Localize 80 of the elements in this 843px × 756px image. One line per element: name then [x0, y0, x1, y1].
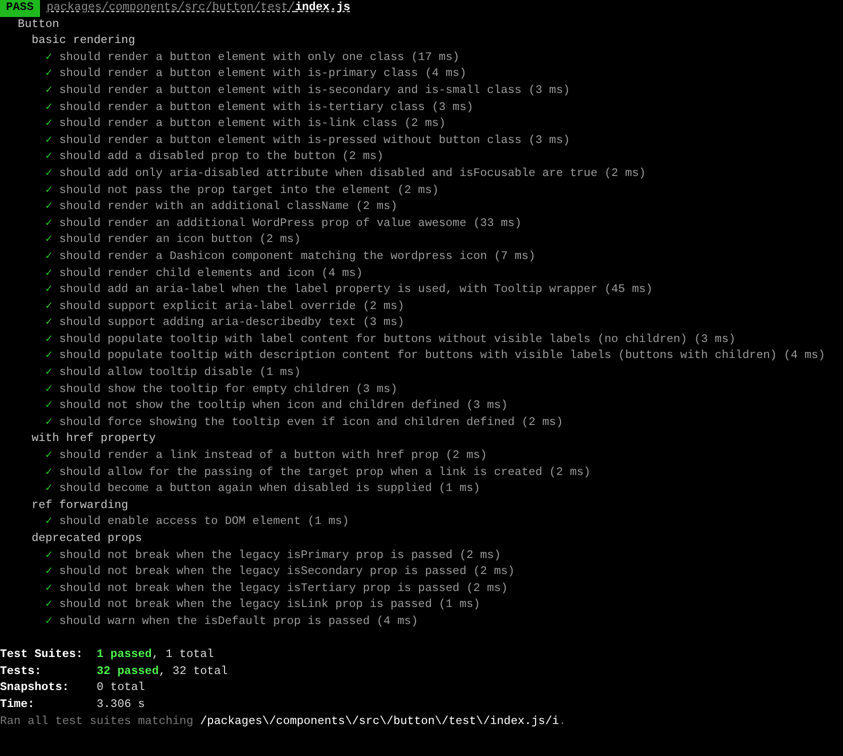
check-mark: ✓ [45, 50, 54, 66]
test-file-path: packages/components/src/button/test/index.js [46, 0, 350, 16]
check-mark: ✓ [45, 149, 54, 166]
check-mark: ✓ [45, 216, 54, 232]
test-name: should not break when the legacy isPrimary prop is passed (2 ms) [59, 548, 501, 564]
check-mark: ✓ [45, 132, 54, 149]
check-mark: ✓ [45, 199, 54, 216]
test-name: should allow tooltip disable (1 ms) [59, 365, 301, 382]
test-name: should become a button again when disabled is supplied (1 ms) [59, 481, 480, 498]
test-name: should not break when the legacy isTertiary prop is passed (2 ms) [59, 580, 508, 597]
test-name: should show the tooltip for empty children (3 ms) [59, 382, 398, 398]
group-title: deprecated props [32, 531, 142, 547]
test-name: should warn when the isDefault prop is passed (4 ms) [59, 614, 418, 630]
check-mark: ✓ [45, 282, 54, 298]
summary-value: 32 passed, 32 total [96, 664, 228, 680]
check-mark: ✓ [45, 365, 54, 382]
test-name: should not pass the prop target into the element (2 ms) [59, 182, 439, 199]
check-mark: ✓ [45, 315, 54, 332]
check-mark: ✓ [45, 398, 54, 414]
test-name: should render child elements and icon (4 ms) [59, 266, 363, 282]
check-mark: ✓ [45, 614, 54, 630]
test-name: should add only aria-disabled attribute when disabled and isFocusable are true (2 ms) [59, 166, 646, 182]
test-name: should support explicit aria-label override (2 ms) [59, 298, 404, 315]
summary-label: Tests: [0, 664, 42, 680]
check-mark: ✓ [45, 348, 54, 364]
summary-value: 1 passed, 1 total [96, 647, 214, 664]
check-mark: ✓ [45, 414, 54, 431]
check-mark: ✓ [45, 564, 54, 580]
check-mark: ✓ [45, 116, 54, 132]
check-mark: ✓ [45, 382, 54, 398]
test-name: should render a button element with only one class (17 ms) [59, 50, 460, 66]
test-name: should render an icon button (2 ms) [59, 232, 301, 248]
summary-label: Snapshots: [0, 680, 70, 696]
check-mark: ✓ [45, 266, 54, 282]
check-mark: ✓ [45, 182, 54, 199]
suite-title: Button [18, 16, 60, 33]
test-name: should populate tooltip with label content for buttons without visible labels (no children) (3 ms) [59, 332, 736, 348]
test-name: should support adding aria-describedby text (3 ms) [59, 315, 404, 332]
check-mark: ✓ [45, 332, 54, 348]
status-badge: PASS [0, 0, 40, 17]
check-mark: ✓ [45, 82, 54, 99]
check-mark: ✓ [45, 514, 54, 530]
test-name: should render a link instead of a button with href prop (2 ms) [59, 448, 488, 464]
test-name: should not break when the legacy isLink prop is passed (1 ms) [59, 597, 480, 614]
check-mark: ✓ [45, 580, 54, 597]
check-mark: ✓ [45, 232, 54, 248]
check-mark: ✓ [45, 100, 54, 116]
group-title: ref forwarding [32, 498, 128, 514]
test-name: should add a disabled prop to the button (2 ms) [59, 149, 384, 166]
test-name: should not break when the legacy isSecondary prop is passed (2 ms) [59, 564, 515, 580]
summary-value: 0 total [96, 680, 145, 696]
check-mark: ✓ [45, 66, 54, 82]
check-mark: ✓ [45, 548, 54, 564]
test-name: should add an aria-label when the label property is used, with Tooltip wrapper (45 ms) [59, 282, 653, 298]
check-mark: ✓ [45, 248, 54, 265]
test-name: should render with an additional className (2 ms) [59, 199, 398, 216]
group-title: basic rendering [32, 33, 136, 50]
check-mark: ✓ [45, 166, 54, 182]
summary-label: Time: [0, 696, 36, 713]
check-mark: ✓ [45, 464, 54, 481]
check-mark: ✓ [45, 597, 54, 614]
check-mark: ✓ [45, 298, 54, 315]
test-name: should allow for the passing of the target prop when a link is created (2 ms) [59, 464, 591, 481]
test-name: should render a button element with is-pressed without button class (3 ms) [59, 132, 570, 149]
test-name: should render a Dashicon component matching the wordpress icon (7 ms) [59, 248, 536, 265]
check-mark: ✓ [45, 448, 54, 464]
group-title: with href property [32, 431, 156, 448]
test-name: should force showing the tooltip even if icon and children defined (2 ms) [59, 414, 563, 431]
test-name: should enable access to DOM element (1 ms) [59, 514, 350, 530]
test-name: should render a button element with is-secondary and is-small class (3 ms) [59, 82, 570, 99]
footer-line: Ran all test suites matching /packages\/components\/src\/button\/test\/index.js/i. [0, 714, 566, 730]
test-name: should render a button element with is-tertiary class (3 ms) [59, 100, 474, 116]
test-name: should not show the tooltip when icon and children defined (3 ms) [59, 398, 508, 414]
test-name: should render a button element with is-primary class (4 ms) [59, 66, 466, 82]
test-name: should render a button element with is-link class (2 ms) [59, 116, 446, 132]
check-mark: ✓ [45, 481, 54, 498]
test-name: should populate tooltip with description content for buttons with visible labels (buttons with children) (4 ms) [59, 348, 826, 364]
test-name: should render an additional WordPress prop of value awesome (33 ms) [59, 216, 522, 232]
summary-value: 3.306 s [96, 696, 145, 713]
summary-label: Test Suites: [0, 647, 84, 664]
